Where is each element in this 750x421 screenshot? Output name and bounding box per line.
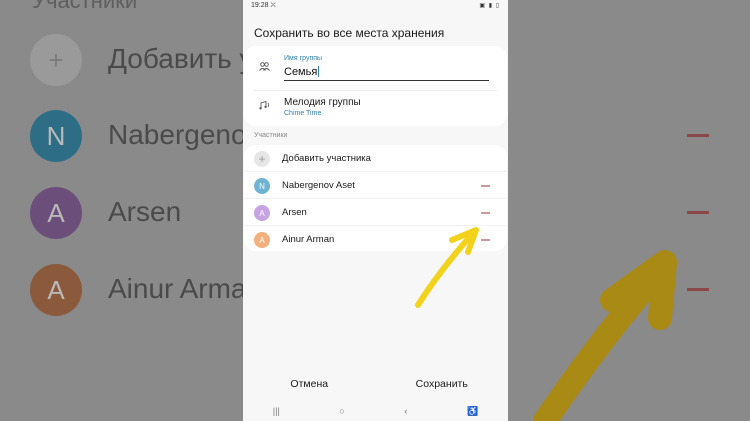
bg-add-icon: + xyxy=(30,34,82,86)
recent-apps-icon[interactable]: ||| xyxy=(273,406,280,416)
phone-screen: 19:28 ⛌ ▣ ▮ ▯ Сохранить во все места хра… xyxy=(243,0,508,421)
bg-row-text: Ainur Arma xyxy=(108,273,247,304)
cancel-button[interactable]: Отмена xyxy=(243,378,376,390)
plus-icon: + xyxy=(254,151,270,167)
bg-section-title: Участники xyxy=(32,0,138,13)
group-icon xyxy=(259,62,270,73)
remove-member-icon[interactable] xyxy=(481,212,490,214)
member-name: Nabergenov Aset xyxy=(282,180,355,191)
melody-title[interactable]: Мелодия группы xyxy=(284,97,361,108)
melody-icon xyxy=(259,100,270,112)
melody-value: Chime Time xyxy=(284,110,322,117)
member-row: A Arsen xyxy=(244,198,507,224)
bg-row-text: Добавить у xyxy=(108,43,254,74)
add-member-row[interactable]: + Добавить участника xyxy=(244,145,507,171)
bg-avatar: A xyxy=(30,264,82,316)
accessibility-icon[interactable]: ♿ xyxy=(467,406,478,417)
member-row: A Ainur Arman xyxy=(244,225,507,251)
text-caret xyxy=(318,66,320,77)
bg-avatar: N xyxy=(30,110,82,162)
member-name: Arsen xyxy=(282,207,307,218)
group-name-input[interactable]: Семья xyxy=(284,64,489,81)
member-row: N Nabergenov Aset xyxy=(244,171,507,197)
dialog-actions: Отмена Сохранить xyxy=(243,378,508,390)
navigation-bar: ||| ○ ‹ ♿ xyxy=(243,401,508,421)
members-card: + Добавить участника N Nabergenov Aset A… xyxy=(244,145,507,251)
bg-avatar: A xyxy=(30,187,82,239)
avatar: A xyxy=(254,205,270,221)
home-icon[interactable]: ○ xyxy=(339,406,344,416)
divider xyxy=(254,90,497,91)
bg-row-text: Nabergenov xyxy=(108,119,261,150)
status-icons: ▣ ▮ ▯ xyxy=(479,3,500,9)
save-button[interactable]: Сохранить xyxy=(376,378,509,390)
member-name: Ainur Arman xyxy=(282,234,335,245)
avatar: A xyxy=(254,232,270,248)
group-name-label: Имя группы xyxy=(284,55,323,62)
bg-row-text: Arsen xyxy=(108,196,182,227)
status-time: 19:28 ⛌ xyxy=(251,2,276,9)
status-bar: 19:28 ⛌ ▣ ▮ ▯ xyxy=(243,0,508,12)
group-info-card: Имя группы Семья Мелодия группы Chime Ti… xyxy=(244,46,507,126)
bg-minus-icon xyxy=(687,211,709,214)
add-member-label: Добавить участника xyxy=(282,153,371,164)
remove-member-icon[interactable] xyxy=(481,239,490,241)
remove-member-icon[interactable] xyxy=(481,185,490,187)
avatar: N xyxy=(254,178,270,194)
back-icon[interactable]: ‹ xyxy=(404,406,407,416)
bg-minus-icon xyxy=(687,288,709,291)
bg-minus-icon xyxy=(687,134,709,137)
members-section-label: Участники xyxy=(254,132,288,139)
